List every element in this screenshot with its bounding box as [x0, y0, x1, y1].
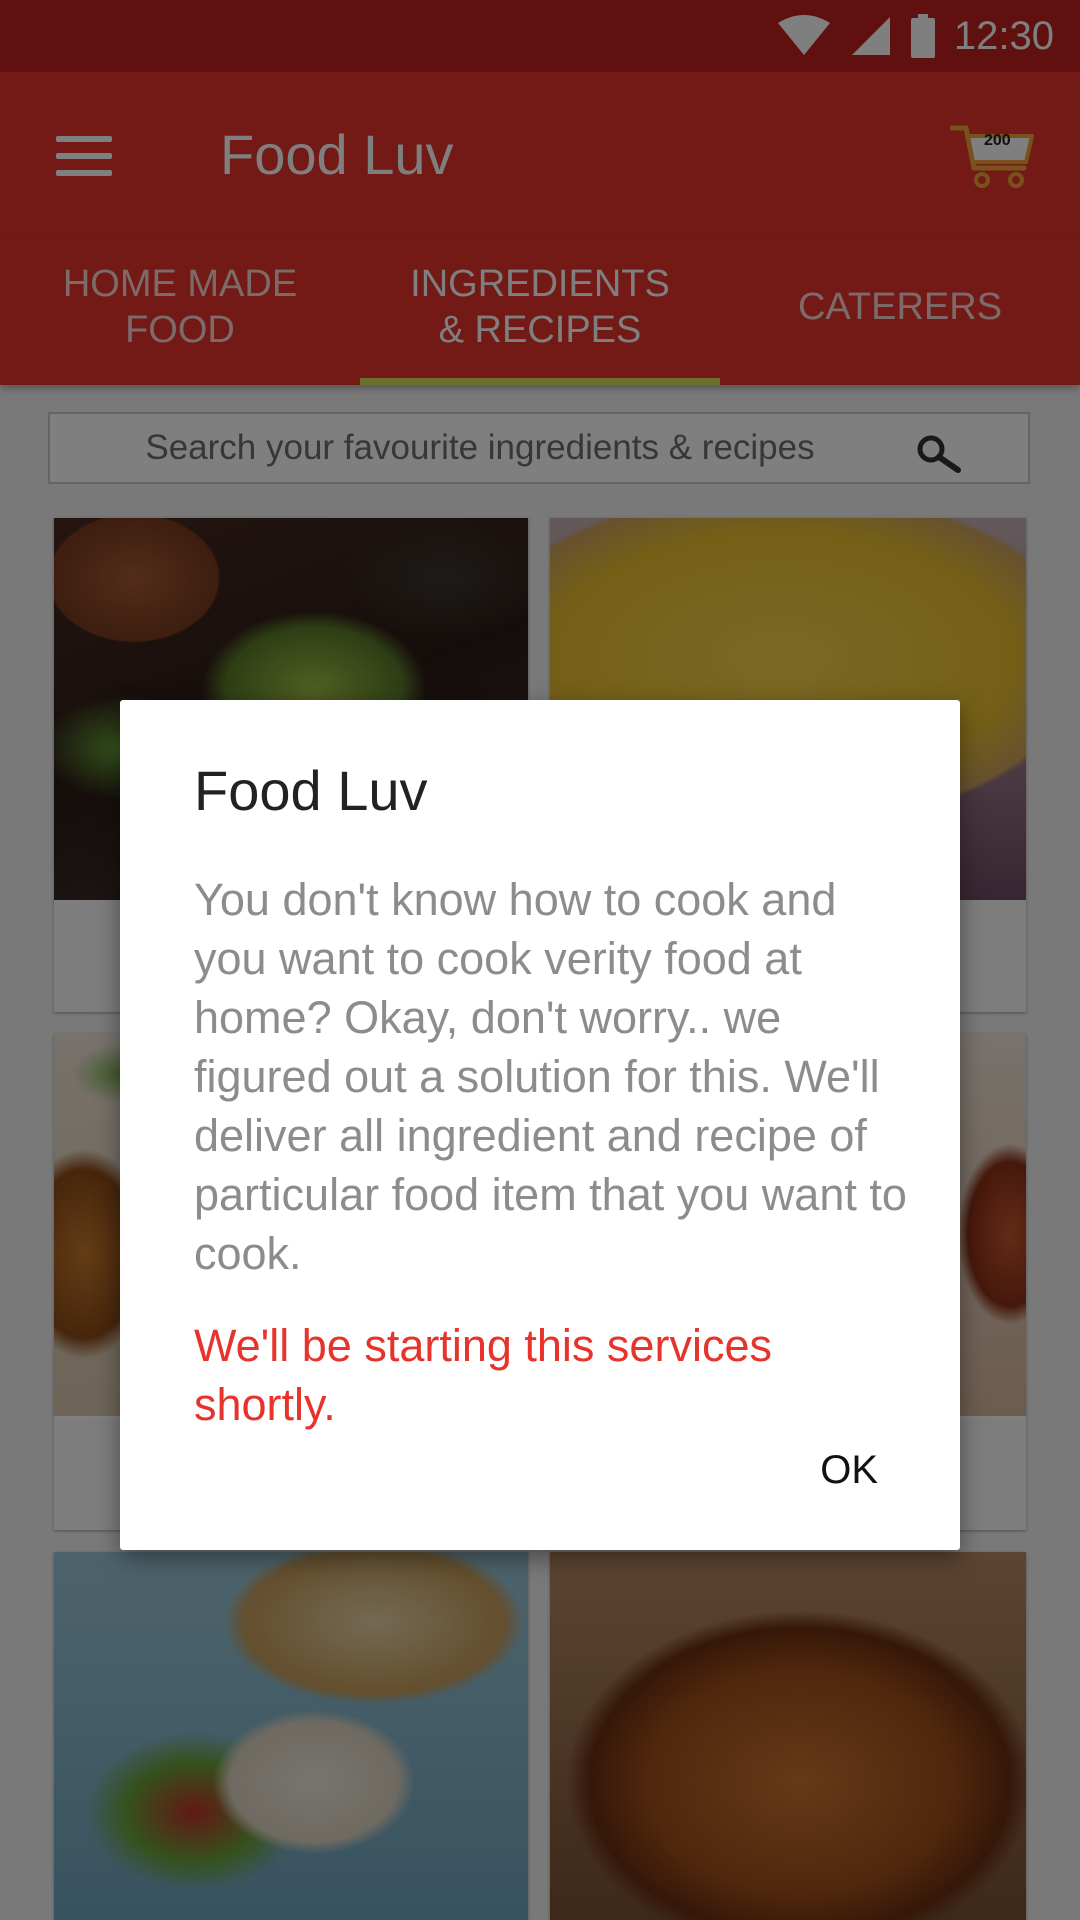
dialog-notice: We'll be starting this services shortly. — [194, 1320, 772, 1430]
ok-button[interactable]: OK — [814, 1440, 884, 1501]
dialog-message: You don't know how to cook and you want … — [194, 874, 907, 1279]
info-dialog: Food Luv You don't know how to cook and … — [120, 700, 960, 1550]
dialog-title: Food Luv — [194, 759, 428, 822]
